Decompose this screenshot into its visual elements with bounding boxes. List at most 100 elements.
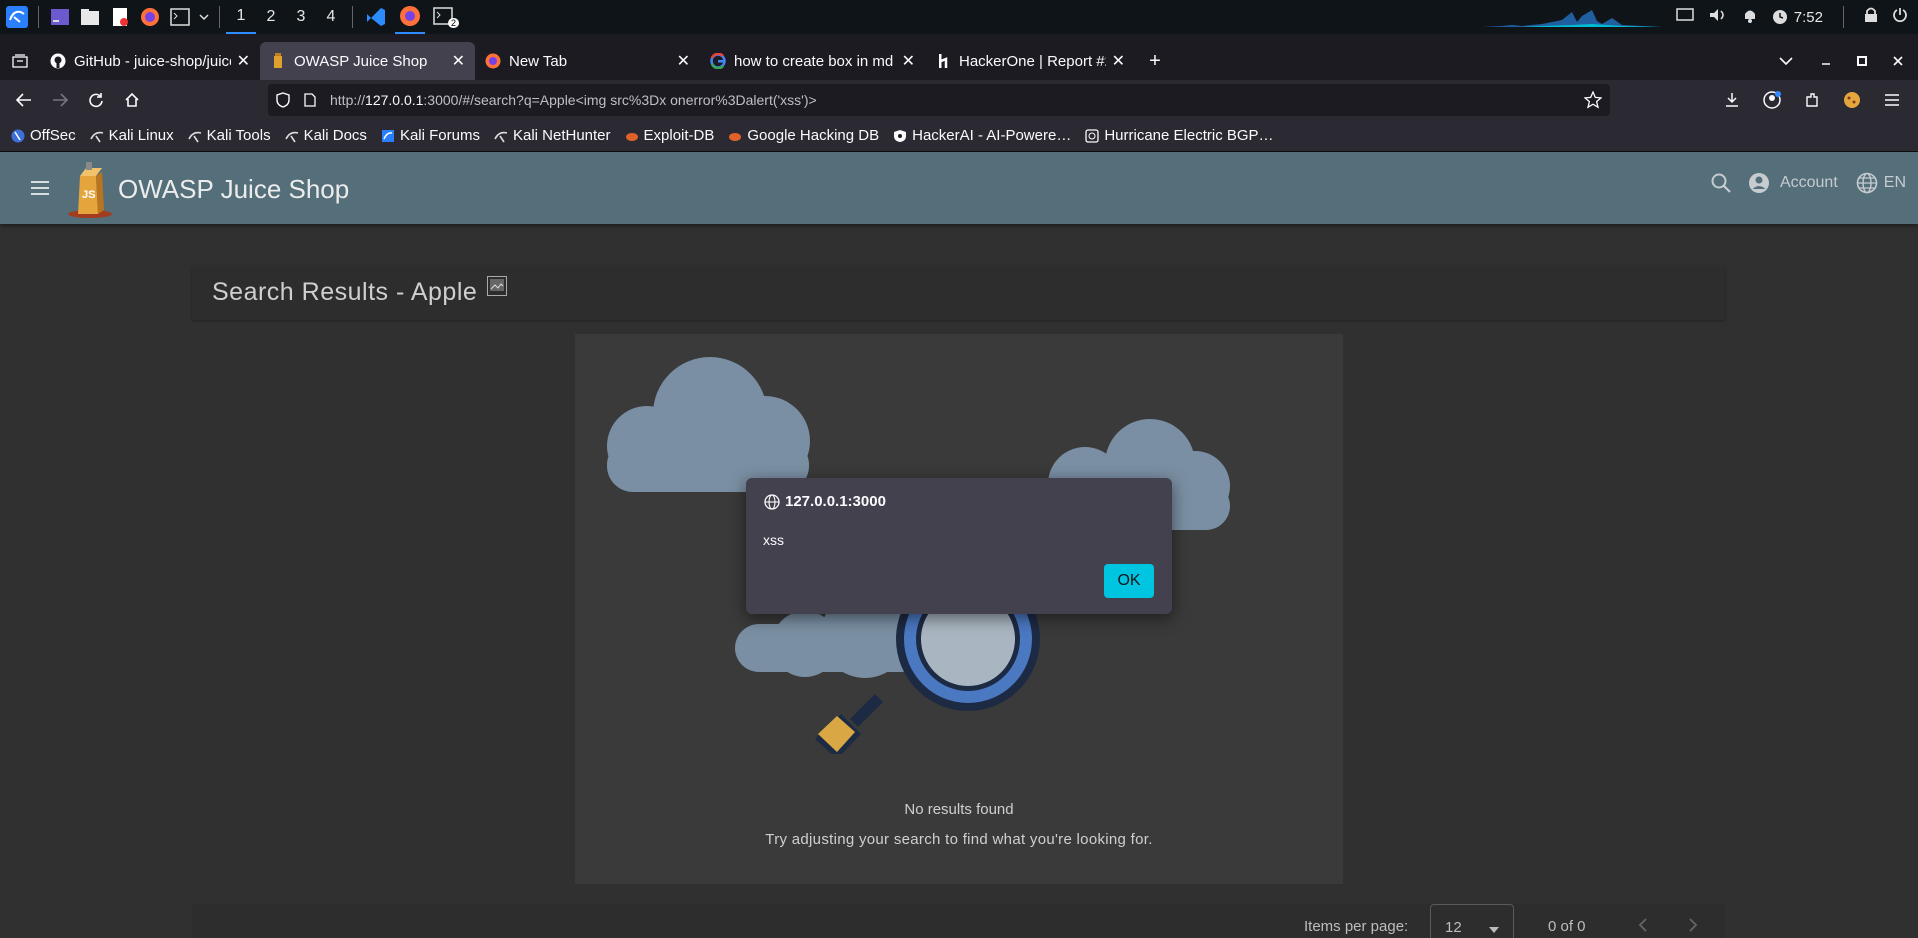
bookmark-label: Hurricane Electric BGP… <box>1104 127 1274 144</box>
close-icon[interactable]: ✕ <box>452 51 465 71</box>
address-bar[interactable]: http://127.0.0.1:3000/#/search?q=Apple<i… <box>268 84 1610 116</box>
app-title[interactable]: OWASP Juice Shop <box>118 174 349 205</box>
home-button[interactable] <box>114 84 150 116</box>
account-menu-button[interactable]: Account <box>1748 172 1838 194</box>
svg-text:JS: JS <box>82 189 95 201</box>
bookmark-kali-forums[interactable]: Kali Forums <box>380 127 480 144</box>
bookmark-kali-tools[interactable]: Kali Tools <box>187 127 271 144</box>
os-taskbar: 1 2 3 4 2 7:52 <box>0 0 1918 34</box>
terminal-window-icon[interactable]: 2 <box>429 4 459 30</box>
chevron-down-icon[interactable] <box>197 4 211 30</box>
account-label: Account <box>1779 174 1838 191</box>
offsec-icon <box>10 128 26 144</box>
page-range-label: 0 of 0 <box>1548 918 1586 935</box>
text-editor-icon[interactable] <box>107 4 133 30</box>
minimize-icon[interactable] <box>1806 42 1846 80</box>
alert-origin-text: 127.0.0.1:3000 <box>785 493 886 510</box>
kali-dragon-icon <box>284 128 300 144</box>
items-per-page-value: 12 <box>1445 919 1462 936</box>
previous-page-button[interactable] <box>1638 918 1648 936</box>
chevron-right-icon <box>1689 918 1698 932</box>
bookmark-kali-docs[interactable]: Kali Docs <box>284 127 367 144</box>
lock-icon[interactable] <box>1864 7 1878 27</box>
taskbar-separator <box>219 6 220 28</box>
exploit-db-icon <box>624 128 640 144</box>
new-tab-icon[interactable]: + <box>1135 42 1175 80</box>
workspace-3[interactable]: 3 <box>286 0 316 34</box>
bookmark-label: Google Hacking DB <box>747 127 880 144</box>
taskbar-separator <box>1843 6 1844 28</box>
github-icon <box>50 53 66 69</box>
close-window-icon[interactable] <box>1878 42 1918 80</box>
bookmark-star-icon[interactable] <box>1583 90 1603 112</box>
bookmark-hackerai[interactable]: HackerAI - AI-Powere… <box>892 127 1071 144</box>
downloads-icon[interactable] <box>1714 84 1750 116</box>
close-icon[interactable]: ✕ <box>677 51 690 71</box>
bookmark-offsec[interactable]: OffSec <box>10 127 76 144</box>
alert-ok-button[interactable]: OK <box>1104 564 1154 598</box>
page-info-icon[interactable] <box>304 93 324 107</box>
workspace-1[interactable]: 1 <box>226 0 256 34</box>
tab-title: GitHub - juice-shop/juice- <box>74 52 231 70</box>
workspace-4[interactable]: 4 <box>316 0 346 34</box>
tab-owasp-juice-shop[interactable]: OWASP Juice Shop ✕ <box>260 42 475 80</box>
kali-forums-icon <box>380 128 396 144</box>
tab-title: HackerOne | Report #251 <box>959 52 1106 70</box>
bookmark-exploit-db[interactable]: Exploit-DB <box>624 127 714 144</box>
file-manager-icon[interactable] <box>77 4 103 30</box>
juice-shop-icon <box>270 53 286 69</box>
maximize-icon[interactable] <box>1846 42 1878 80</box>
tracking-protection-icon[interactable] <box>276 92 296 108</box>
show-desktop-icon[interactable] <box>47 4 73 30</box>
account-icon[interactable] <box>1754 84 1790 116</box>
back-button[interactable] <box>6 84 42 116</box>
display-icon[interactable] <box>1676 7 1694 27</box>
search-results-title: Search Results - Apple <box>212 278 478 306</box>
bookmark-kali-nethunter[interactable]: Kali NetHunter <box>493 127 611 144</box>
close-icon[interactable]: ✕ <box>1112 51 1125 71</box>
kali-menu-icon[interactable] <box>4 4 30 30</box>
google-icon <box>710 53 726 69</box>
no-results-title: No results found <box>904 801 1014 818</box>
sidenav-menu-button[interactable] <box>26 174 54 202</box>
bookmark-hurricane-electric[interactable]: Hurricane Electric BGP… <box>1084 127 1274 144</box>
tab-github[interactable]: GitHub - juice-shop/juice- ✕ <box>40 42 260 80</box>
terminal-launcher-icon[interactable] <box>167 4 193 30</box>
extension-cookie-icon[interactable] <box>1834 84 1870 116</box>
close-icon[interactable]: ✕ <box>902 51 915 71</box>
firefox-icon <box>485 53 501 69</box>
bookmark-google-hacking-db[interactable]: Google Hacking DB <box>727 127 879 144</box>
workspace-2[interactable]: 2 <box>256 0 286 34</box>
list-all-tabs-icon[interactable] <box>1766 42 1806 80</box>
bookmark-kali-linux[interactable]: Kali Linux <box>89 127 174 144</box>
firefox-launcher-icon[interactable] <box>137 4 163 30</box>
reload-button[interactable] <box>78 84 114 116</box>
items-per-page-select[interactable]: 12 <box>1430 904 1514 938</box>
firefox-window-icon[interactable] <box>395 0 425 34</box>
juice-shop-logo[interactable]: JS <box>66 160 118 220</box>
tab-new-tab[interactable]: New Tab ✕ <box>475 42 700 80</box>
kali-dragon-icon <box>493 128 509 144</box>
hamburger-menu-icon[interactable] <box>1874 84 1910 116</box>
notification-bell-icon[interactable] <box>1742 7 1758 27</box>
vscode-window-icon[interactable] <box>361 4 391 30</box>
no-results-subtitle: Try adjusting your search to find what y… <box>765 831 1153 848</box>
clock-icon <box>1772 10 1787 24</box>
clock-time: 7:52 <box>1793 8 1823 26</box>
close-icon[interactable]: ✕ <box>237 51 250 71</box>
forward-button[interactable] <box>42 84 78 116</box>
next-page-button[interactable] <box>1688 918 1698 936</box>
extensions-icon[interactable] <box>1794 84 1830 116</box>
url-text: http://127.0.0.1:3000/#/search?q=Apple<i… <box>330 92 817 108</box>
tab-overview-icon[interactable] <box>0 42 40 80</box>
search-icon[interactable] <box>1710 172 1732 194</box>
clock[interactable]: 7:52 <box>1772 9 1823 26</box>
tab-title: OWASP Juice Shop <box>294 52 428 70</box>
account-circle-icon <box>1748 173 1769 193</box>
bookmark-label: Kali Forums <box>399 127 480 144</box>
tab-hackerone[interactable]: HackerOne | Report #251 ✕ <box>925 42 1135 80</box>
language-menu-button[interactable]: EN <box>1856 172 1906 194</box>
tab-google-search[interactable]: how to create box in md - ✕ <box>700 42 925 80</box>
power-icon[interactable] <box>1892 7 1908 27</box>
volume-icon[interactable] <box>1708 7 1728 27</box>
